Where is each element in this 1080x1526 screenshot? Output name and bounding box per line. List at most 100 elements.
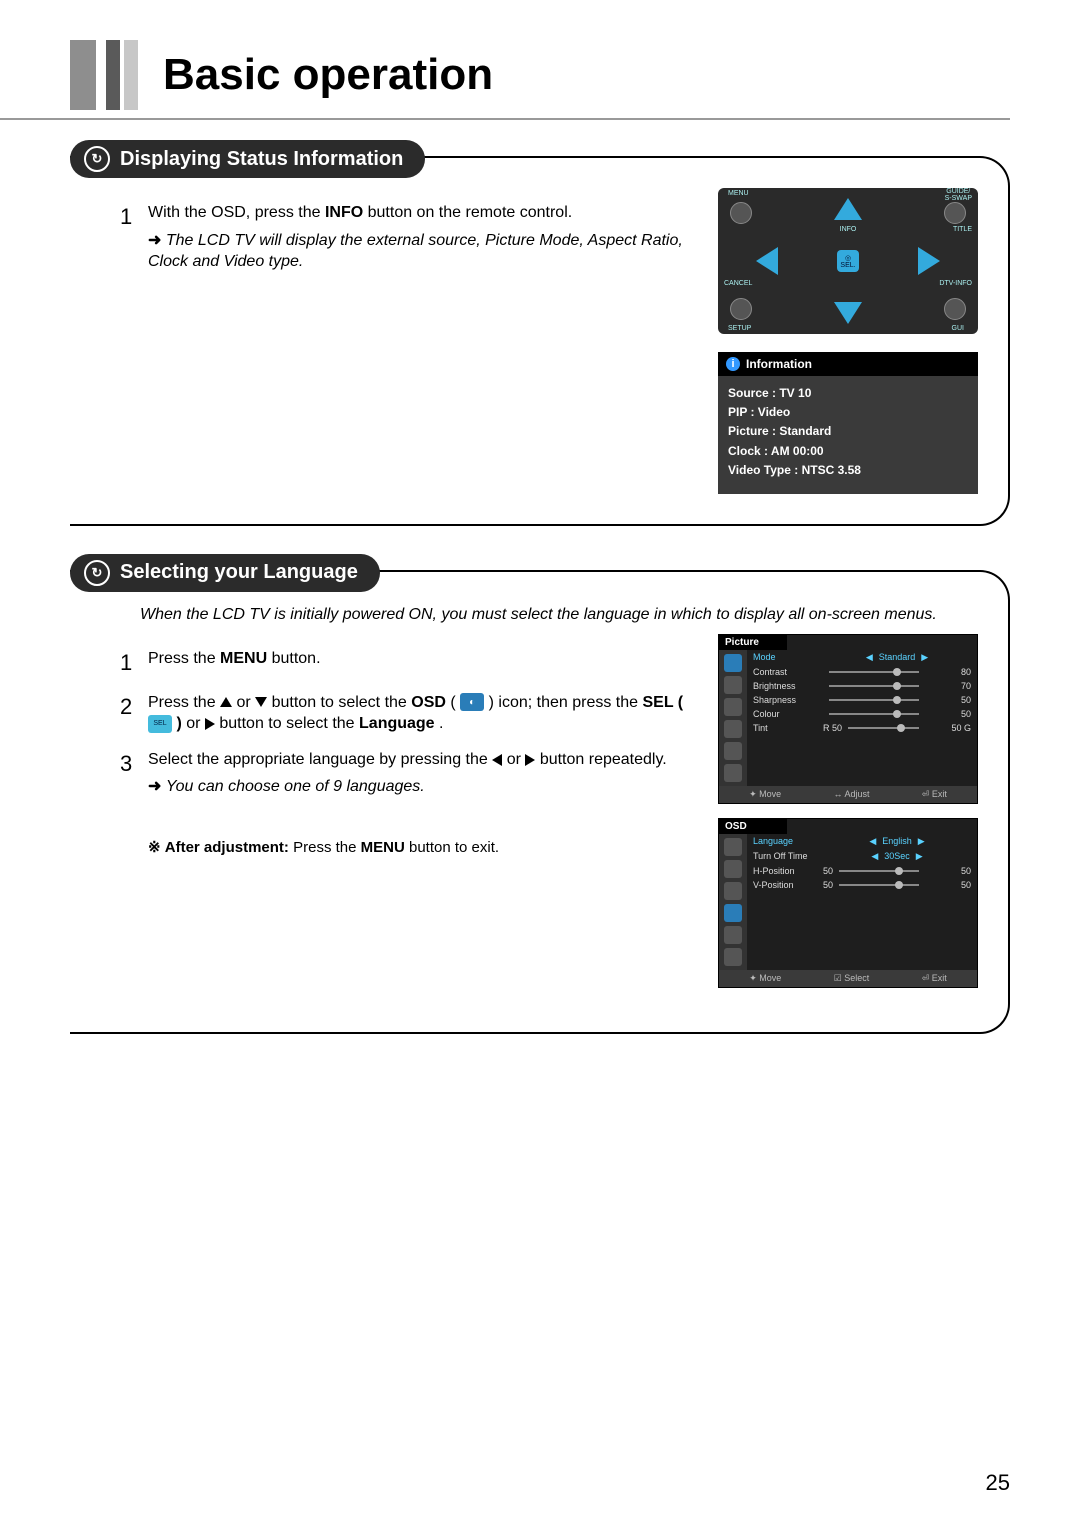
section-heading: ↻ Selecting your Language <box>70 554 380 592</box>
after-adjustment-note: ※ After adjustment: Press the MENU butto… <box>148 838 698 856</box>
step-2: 2 Press the or button to select the OSD … <box>120 692 698 735</box>
step-text: button to select the <box>219 715 359 732</box>
step-text: With the OSD, press the <box>148 204 325 221</box>
remote-up-icon <box>834 198 862 220</box>
osd-sidebar-icon <box>724 860 742 878</box>
osd-sidebar-icon <box>724 904 742 922</box>
osd-row-prefix: R 50 <box>823 723 842 733</box>
page-number: 25 <box>986 1470 1010 1496</box>
osd-row-prefix: 50 <box>823 866 833 876</box>
step-keyword: ) <box>176 715 181 732</box>
cycle-icon: ↻ <box>84 560 110 586</box>
osd-row: Brightness70 <box>747 679 977 693</box>
osd-sidebar-icon <box>724 676 742 694</box>
remote-label-title: TITLE <box>953 226 972 233</box>
step-3: 3 Select the appropriate language by pre… <box>120 749 698 798</box>
triangle-left-icon <box>492 754 502 766</box>
information-panel: i Information Source : TV 10 PIP : Video… <box>718 352 978 494</box>
step-number: 3 <box>120 749 148 798</box>
step-text: button. <box>272 650 321 667</box>
step-number: 1 <box>120 648 148 678</box>
osd-sidebar-icon <box>724 882 742 900</box>
step-text: Press the <box>148 650 220 667</box>
step-text: . <box>439 715 443 732</box>
remote-label-setup: SETUP <box>728 325 751 332</box>
osd-row: Contrast80 <box>747 665 977 679</box>
section-heading: ↻ Displaying Status Information <box>70 140 425 178</box>
remote-left-icon <box>756 247 778 275</box>
info-line: PIP : Video <box>728 403 968 422</box>
triangle-right-icon <box>205 718 215 730</box>
step-keyword: SEL ( <box>642 694 683 711</box>
osd-sidebar-icon <box>724 926 742 944</box>
osd-row: Language◀English▶ <box>747 834 977 849</box>
section-displaying-status: ↻ Displaying Status Information 1 With t… <box>70 140 1010 526</box>
osd-hint: ↔ Adjust <box>833 789 869 800</box>
remote-label-menu: MENU <box>728 190 749 197</box>
step-keyword: MENU <box>220 650 267 667</box>
step-keyword: Language <box>359 715 435 732</box>
sel-inline-icon: SEL <box>148 715 172 733</box>
osd-picture-screenshot: Picture Mode◀Standard▶Contrast80Brightne… <box>718 634 978 804</box>
remote-sel-button: ◎SEL. <box>837 250 859 272</box>
remote-cancel-button <box>730 298 752 320</box>
osd-hint: ⏎ Exit <box>922 789 947 800</box>
osd-hint: ✦ Move <box>749 973 781 984</box>
remote-down-icon <box>834 302 862 324</box>
osd-row: Sharpness50 <box>747 693 977 707</box>
osd-sidebar-icon <box>724 720 742 738</box>
osd-hint: ⏎ Exit <box>922 973 947 984</box>
triangle-up-icon <box>220 697 232 707</box>
info-line: Video Type : NTSC 3.58 <box>728 461 968 480</box>
step-note: The LCD TV will display the external sou… <box>148 230 698 273</box>
section-heading-text: Selecting your Language <box>120 561 358 584</box>
info-panel-title: Information <box>746 357 812 371</box>
info-line: Clock : AM 00:00 <box>728 442 968 461</box>
osd-row: Colour 50 <box>747 707 977 721</box>
osd-slider <box>829 671 919 673</box>
after-keyword: MENU <box>361 839 405 856</box>
osd-row-name: Language <box>753 836 823 846</box>
osd-row-name: Tint <box>753 723 823 733</box>
info-line: Source : TV 10 <box>728 384 968 403</box>
reference-mark-icon: ※ <box>148 839 161 856</box>
osd-row-value: 50 <box>925 866 971 876</box>
osd-row-name: Colour <box>753 709 823 719</box>
after-text: Press the <box>293 839 361 856</box>
step-text: button repeatedly. <box>540 751 667 768</box>
remote-dtv-button <box>944 298 966 320</box>
osd-slider <box>829 699 919 701</box>
after-text: button to exit. <box>409 839 499 856</box>
page-title: Basic operation <box>163 50 493 100</box>
osd-sidebar-icon <box>724 948 742 966</box>
osd-row-value: 50 <box>925 709 971 719</box>
osd-language-screenshot: OSD Language◀English▶Turn Off Time◀30Sec… <box>718 818 978 988</box>
header-decorative-bars <box>70 40 138 110</box>
remote-menu-button <box>730 202 752 224</box>
osd-row: Mode◀Standard▶ <box>747 650 977 665</box>
cycle-icon: ↻ <box>84 146 110 172</box>
osd-slider <box>848 727 919 729</box>
osd-row-prefix: 50 <box>823 880 833 890</box>
osd-sidebar-icon <box>724 764 742 782</box>
osd-row: TintR 5050 G <box>747 721 977 735</box>
step-1: 1 With the OSD, press the INFO button on… <box>120 202 698 273</box>
osd-inline-icon: ◐ <box>460 693 484 711</box>
osd-row-value: 50 <box>925 880 971 890</box>
triangle-right-icon <box>525 754 535 766</box>
remote-label-gui: GUI <box>952 325 964 332</box>
osd-row: H-Position5050 <box>747 864 977 878</box>
info-icon: i <box>726 357 740 371</box>
osd-row: Turn Off Time◀30Sec▶ <box>747 849 977 864</box>
osd-sidebar-icon <box>724 698 742 716</box>
section-heading-text: Displaying Status Information <box>120 148 403 171</box>
step-number: 1 <box>120 202 148 273</box>
step-keyword: OSD <box>411 694 446 711</box>
osd-row-name: H-Position <box>753 866 823 876</box>
remote-label-guide: GUIDE/ S-SWAP <box>945 188 972 202</box>
step-text: button on the remote control. <box>368 204 573 221</box>
section-selecting-language: ↻ Selecting your Language When the LCD T… <box>70 554 1010 1034</box>
osd-row: V-Position5050 <box>747 878 977 892</box>
osd-sidebar-icon <box>724 654 742 672</box>
step-text: or <box>236 694 255 711</box>
